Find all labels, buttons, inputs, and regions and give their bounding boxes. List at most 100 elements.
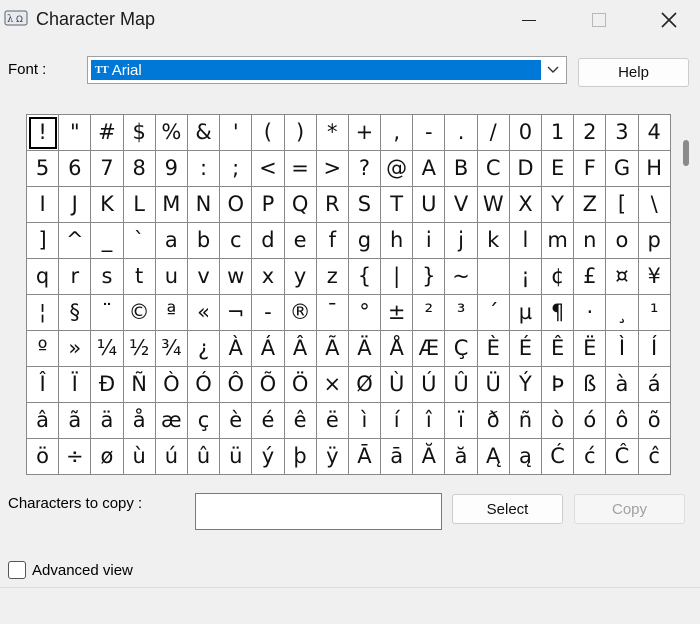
character-cell[interactable]: © [123, 295, 156, 331]
character-cell[interactable]: d [252, 223, 285, 259]
character-cell[interactable]: Ê [542, 331, 575, 367]
character-cell[interactable]: ° [348, 295, 382, 331]
character-cell[interactable]: Ç [445, 331, 478, 367]
character-cell[interactable]: w [220, 259, 253, 295]
character-cell[interactable]: ó [574, 403, 607, 439]
character-cell[interactable]: Ă [413, 439, 446, 475]
character-cell[interactable]: à [606, 367, 639, 403]
character-cell[interactable]: o [606, 223, 639, 259]
character-cell[interactable]: p [638, 223, 671, 259]
character-cell[interactable]: H [638, 151, 671, 187]
character-cell[interactable]: Q [284, 187, 317, 223]
character-cell[interactable]: × [316, 367, 349, 403]
character-cell[interactable]: ă [445, 439, 478, 475]
character-cell[interactable]: " [59, 115, 92, 151]
character-cell[interactable]: á [638, 367, 671, 403]
character-cell[interactable]: Ä [348, 331, 382, 367]
character-cell[interactable]: J [59, 187, 92, 223]
character-cell[interactable]: ¯ [316, 295, 349, 331]
character-cell[interactable]: ½ [123, 331, 156, 367]
character-cell[interactable]: â [27, 403, 60, 439]
character-cell[interactable]: 1 [542, 115, 575, 151]
character-cell[interactable]: u [155, 259, 188, 295]
character-cell[interactable]: ^ [59, 223, 92, 259]
character-cell[interactable]: Ï [59, 367, 92, 403]
character-cell[interactable]: } [413, 259, 446, 295]
character-cell[interactable]: Å [381, 331, 414, 367]
help-button[interactable]: Help [578, 58, 689, 87]
character-cell[interactable]: ¹ [638, 295, 671, 331]
character-cell[interactable]: ÿ [316, 439, 349, 475]
character-cell[interactable]: 3 [606, 115, 639, 151]
character-cell[interactable]: e [284, 223, 317, 259]
character-cell[interactable]: ò [542, 403, 575, 439]
character-cell[interactable]: A [413, 151, 446, 187]
character-cell[interactable]: Ô [220, 367, 253, 403]
character-cell[interactable]: ® [284, 295, 317, 331]
character-cell[interactable]: ý [252, 439, 285, 475]
character-cell[interactable]: , [381, 115, 414, 151]
character-cell[interactable]: x [252, 259, 285, 295]
character-cell[interactable]: k [477, 223, 510, 259]
character-cell[interactable]: Ú [413, 367, 446, 403]
character-cell[interactable]: W [477, 187, 510, 223]
character-cell[interactable]: { [348, 259, 382, 295]
character-cell[interactable]: + [348, 115, 382, 151]
character-cell[interactable]: V [445, 187, 478, 223]
character-cell[interactable]: F [574, 151, 607, 187]
character-cell[interactable]: ß [574, 367, 607, 403]
character-cell[interactable]: ù [123, 439, 156, 475]
character-cell[interactable]: ø [91, 439, 124, 475]
character-cell[interactable]: r [59, 259, 92, 295]
character-cell[interactable]: * [316, 115, 349, 151]
character-cell[interactable]: 2 [574, 115, 607, 151]
select-button[interactable]: Select [452, 494, 563, 524]
character-cell[interactable]: R [316, 187, 349, 223]
character-cell[interactable]: t [123, 259, 156, 295]
character-cell[interactable]: L [123, 187, 156, 223]
character-cell[interactable]: T [381, 187, 414, 223]
character-cell[interactable]: ą [509, 439, 542, 475]
character-cell[interactable]: § [59, 295, 92, 331]
character-cell[interactable]: ¿ [187, 331, 221, 367]
character-cell[interactable]: Ã [316, 331, 349, 367]
advanced-view-checkbox[interactable] [8, 561, 26, 579]
character-cell[interactable]: ¥ [638, 259, 671, 295]
character-cell[interactable]: « [187, 295, 221, 331]
character-cell[interactable]: ? [348, 151, 382, 187]
grid-scrollbar-thumb[interactable] [683, 140, 689, 166]
character-cell[interactable]: g [348, 223, 382, 259]
character-cell[interactable]: X [509, 187, 542, 223]
advanced-view-option[interactable]: Advanced view [8, 561, 133, 579]
character-cell[interactable]: P [252, 187, 285, 223]
character-cell[interactable]: 6 [59, 151, 92, 187]
character-cell[interactable]: B [445, 151, 478, 187]
character-cell[interactable]: û [187, 439, 221, 475]
character-cell[interactable]: Y [542, 187, 575, 223]
character-cell[interactable]: ( [252, 115, 285, 151]
character-cell[interactable]: [ [606, 187, 639, 223]
character-cell[interactable]: ¾ [155, 331, 188, 367]
character-cell[interactable]: : [187, 151, 221, 187]
character-cell[interactable]: ï [445, 403, 478, 439]
character-cell[interactable]: h [381, 223, 414, 259]
character-cell[interactable]: Ā [348, 439, 382, 475]
character-cell[interactable]: Î [27, 367, 60, 403]
character-cell[interactable]: ê [284, 403, 317, 439]
character-cell[interactable]: ä [91, 403, 124, 439]
character-cell[interactable]: - [413, 115, 446, 151]
character-cell[interactable]: ĉ [638, 439, 671, 475]
character-cell[interactable]: ± [381, 295, 414, 331]
character-cell[interactable]: v [187, 259, 221, 295]
character-cell[interactable]: Ö [284, 367, 317, 403]
font-dropdown[interactable]: TT Arial [87, 56, 567, 84]
character-cell[interactable]: º [27, 331, 60, 367]
character-cell[interactable]: j [445, 223, 478, 259]
character-cell[interactable]: ' [220, 115, 253, 151]
character-cell[interactable]: ð [477, 403, 510, 439]
character-cell[interactable]: ] [27, 223, 60, 259]
character-cell[interactable]: n [574, 223, 607, 259]
maximize-button[interactable] [564, 0, 634, 40]
character-cell[interactable]: s [91, 259, 124, 295]
character-cell[interactable]: è [220, 403, 253, 439]
